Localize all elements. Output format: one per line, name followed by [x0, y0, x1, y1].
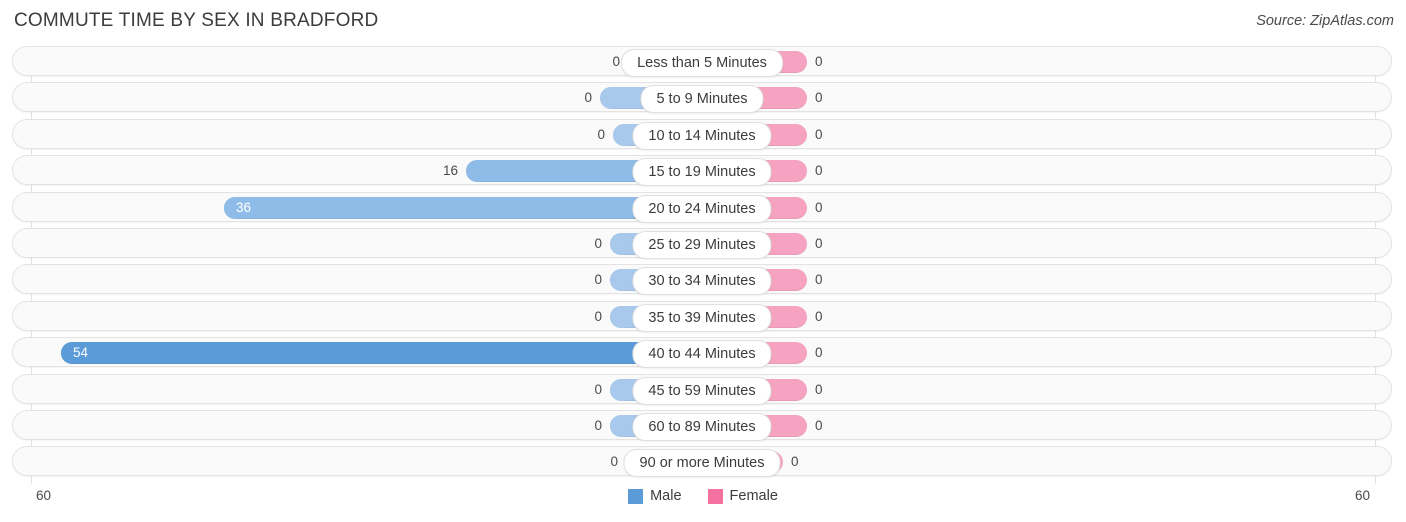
bar-track: 0 0 90 or more Minutes [12, 446, 1392, 478]
bar-track: 0 0 5 to 9 Minutes [12, 82, 1392, 114]
bar-value-male: 36 [236, 199, 252, 215]
page-title: COMMUTE TIME BY SEX IN BRADFORD [14, 10, 379, 31]
value-label-female: 0 [815, 163, 823, 179]
bar-row: 54 0 40 to 44 Minutes [0, 337, 1406, 369]
value-label-male: 0 [594, 417, 602, 433]
bar-track: 0 0 25 to 29 Minutes [12, 227, 1392, 259]
bar-track: 0 0 10 to 14 Minutes [12, 118, 1392, 150]
bar-track: 54 0 40 to 44 Minutes [12, 337, 1392, 369]
value-label-female: 0 [815, 417, 823, 433]
category-label: 45 to 59 Minutes [632, 376, 772, 405]
category-label: 25 to 29 Minutes [632, 230, 772, 259]
bar-row: 0 0 Less than 5 Minutes [0, 46, 1406, 77]
bar-row: 0 0 35 to 39 Minutes [0, 300, 1406, 332]
chart-plot-area: 0 0 Less than 5 Minutes 0 0 5 to 9 Minutes 0 0 1… [0, 46, 1406, 484]
category-label: 35 to 39 Minutes [632, 303, 772, 332]
bar-male: 54 [61, 342, 688, 365]
category-label: 40 to 44 Minutes [632, 340, 772, 369]
bar-value-male: 54 [73, 345, 89, 361]
bar-row: 0 0 90 or more Minutes [0, 446, 1406, 478]
legend-label: Male [650, 488, 682, 504]
legend-label: Female [729, 488, 778, 504]
chart-header: COMMUTE TIME BY SEX IN BRADFORD Source: … [0, 0, 1406, 44]
bar-row: 16 0 15 to 19 Minutes [0, 155, 1406, 187]
value-label-male: 16 [442, 163, 458, 179]
legend-item[interactable]: Male [628, 488, 682, 504]
value-label-male: 0 [612, 54, 620, 69]
value-label-male: 0 [594, 308, 602, 324]
bar-track: 36 0 20 to 24 Minutes [12, 191, 1392, 223]
bar-track: 16 0 15 to 19 Minutes [12, 155, 1392, 187]
legend-item[interactable]: Female [707, 488, 778, 504]
bar-row: 0 0 25 to 29 Minutes [0, 227, 1406, 259]
bar-male: 36 [224, 196, 688, 219]
bar-track: 0 0 45 to 59 Minutes [12, 373, 1392, 405]
source-attribution: Source: ZipAtlas.com [1256, 13, 1394, 29]
category-label: 30 to 34 Minutes [632, 267, 772, 296]
category-label: 90 or more Minutes [623, 449, 781, 478]
legend-swatch-icon [628, 488, 644, 504]
bar-row: 0 0 45 to 59 Minutes [0, 373, 1406, 405]
value-label-female: 0 [815, 235, 823, 251]
value-label-female: 0 [815, 126, 823, 142]
bar-track: 0 0 60 to 89 Minutes [12, 409, 1392, 441]
chart-footer: 60 60 Male Female [0, 484, 1406, 522]
category-label: 20 to 24 Minutes [632, 194, 772, 223]
bar-row: 0 0 10 to 14 Minutes [0, 118, 1406, 150]
value-label-female: 0 [815, 90, 823, 106]
value-label-male: 0 [584, 90, 592, 106]
chart-legend: Male Female [0, 488, 1406, 504]
category-label: Less than 5 Minutes [621, 49, 783, 77]
bar-row: 0 0 60 to 89 Minutes [0, 409, 1406, 441]
value-label-male: 0 [610, 454, 618, 470]
value-label-female: 0 [791, 454, 799, 470]
value-label-female: 0 [815, 199, 823, 215]
bar-row: 36 0 20 to 24 Minutes [0, 191, 1406, 223]
value-label-female: 0 [815, 308, 823, 324]
bar-track: 0 0 Less than 5 Minutes [12, 46, 1392, 77]
category-label: 10 to 14 Minutes [632, 121, 772, 150]
bar-row: 0 0 5 to 9 Minutes [0, 82, 1406, 114]
value-label-female: 0 [815, 272, 823, 288]
bar-row-list: 0 0 Less than 5 Minutes 0 0 5 to 9 Minutes 0 0 1… [0, 46, 1406, 483]
value-label-female: 0 [815, 345, 823, 361]
bar-track: 0 0 30 to 34 Minutes [12, 264, 1392, 296]
value-label-male: 0 [594, 272, 602, 288]
category-label: 5 to 9 Minutes [640, 85, 764, 114]
bar-track: 0 0 35 to 39 Minutes [12, 300, 1392, 332]
value-label-female: 0 [815, 54, 823, 69]
category-label: 15 to 19 Minutes [632, 158, 772, 187]
value-label-male: 0 [594, 381, 602, 397]
bar-row: 0 0 30 to 34 Minutes [0, 264, 1406, 296]
value-label-female: 0 [815, 381, 823, 397]
value-label-male: 0 [594, 235, 602, 251]
legend-swatch-icon [707, 488, 723, 504]
category-label: 60 to 89 Minutes [632, 412, 772, 441]
value-label-male: 0 [597, 126, 605, 142]
